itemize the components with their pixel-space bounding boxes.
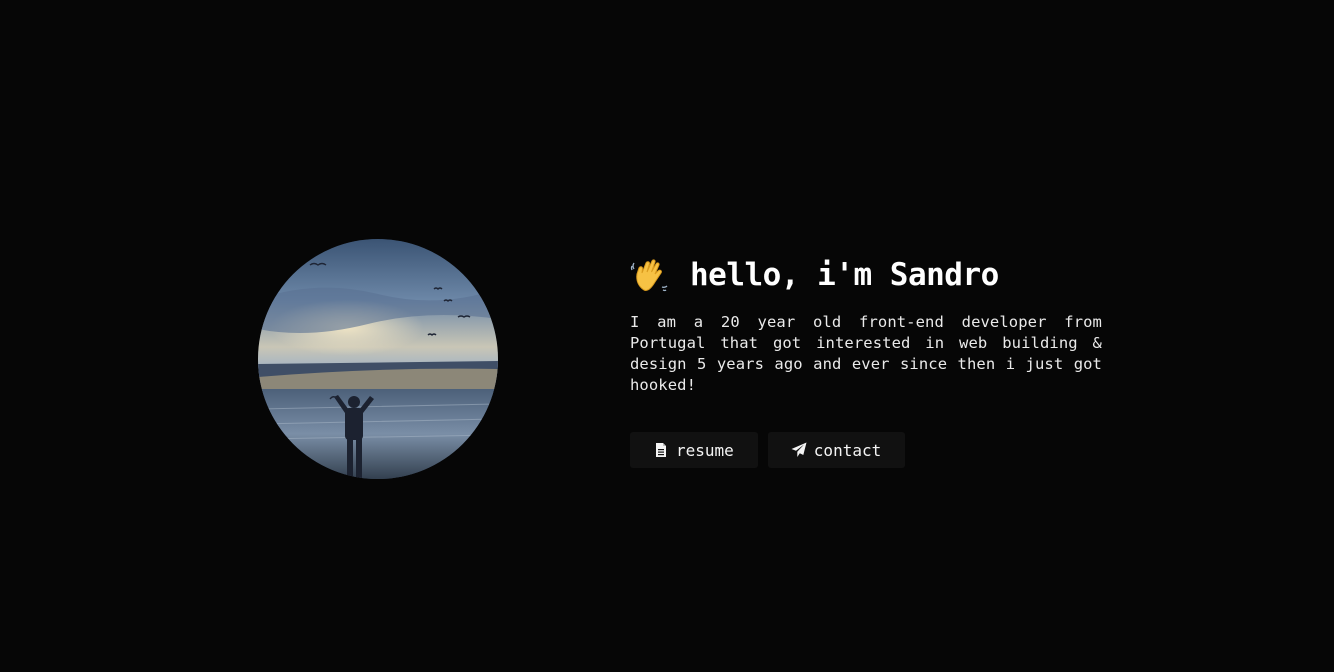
page-title: hello, i'm Sandro xyxy=(630,252,1102,298)
contact-button[interactable]: contact xyxy=(767,432,906,468)
page: hello, i'm Sandro I am a 20 year old fro… xyxy=(0,0,1334,672)
greeting-text: hello, i'm Sandro xyxy=(690,257,999,293)
contact-button-label: contact xyxy=(813,440,882,460)
intro-section: hello, i'm Sandro I am a 20 year old fro… xyxy=(630,252,1102,468)
profile-photo xyxy=(258,239,498,479)
intro-text: I am a 20 year old front-end developer f… xyxy=(630,313,1102,394)
waving-hand-icon xyxy=(630,254,672,296)
resume-button[interactable]: resume xyxy=(630,432,758,468)
paper-plane-icon xyxy=(791,442,807,458)
resume-button-label: resume xyxy=(676,440,734,460)
document-icon xyxy=(653,442,669,458)
action-buttons: resume contact xyxy=(630,432,1102,468)
